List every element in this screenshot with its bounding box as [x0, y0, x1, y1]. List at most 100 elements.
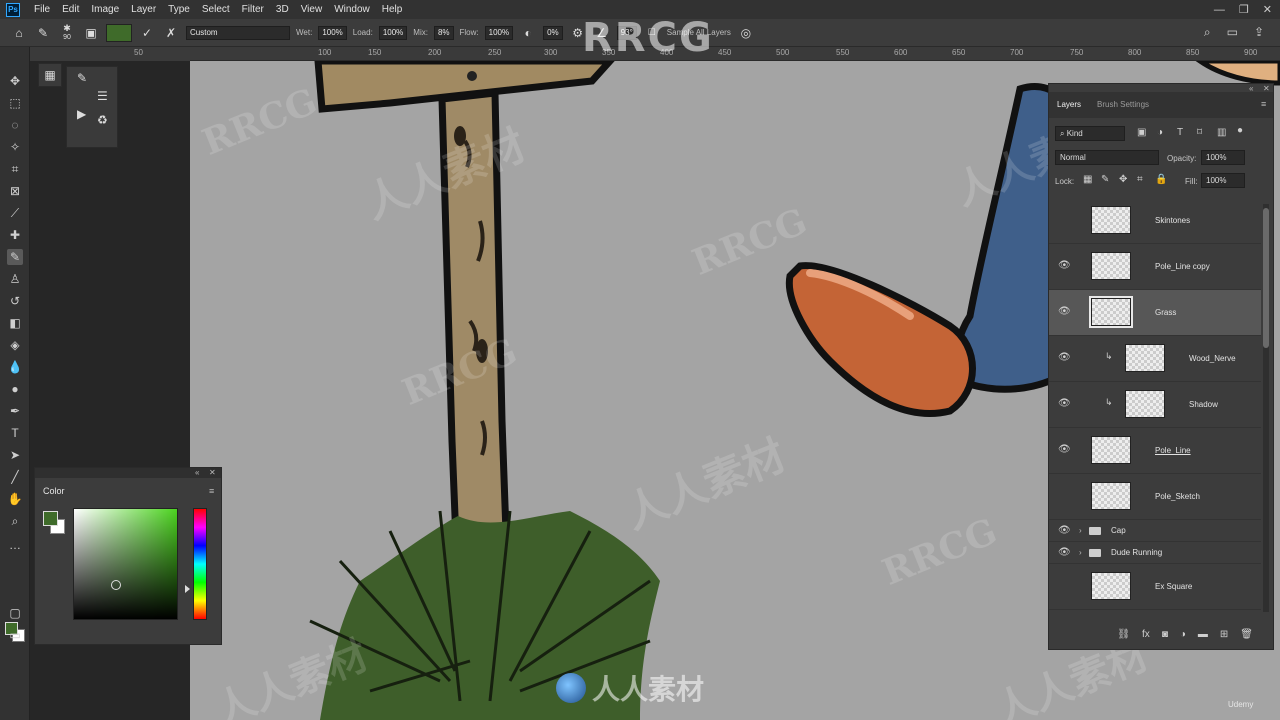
- filter-type-icon[interactable]: T: [1177, 127, 1183, 138]
- clean-brush-icon[interactable]: ✗: [162, 24, 180, 42]
- layer-thumbnail[interactable]: [1091, 252, 1131, 280]
- brush-settings-icon[interactable]: ✎: [77, 71, 87, 85]
- layer-thumbnail[interactable]: [1091, 206, 1131, 234]
- menu-file[interactable]: File: [28, 0, 56, 19]
- blend-mode-select[interactable]: Normal: [1055, 150, 1159, 165]
- layers-scrollbar-thumb[interactable]: [1263, 208, 1269, 348]
- healing-brush-tool-icon[interactable]: ✚: [7, 227, 23, 243]
- lock-transparency-icon[interactable]: ▦: [1083, 174, 1092, 185]
- menu-select[interactable]: Select: [196, 0, 236, 19]
- clone-stamp-tool-icon[interactable]: ♙: [7, 271, 23, 287]
- share-icon[interactable]: ⇪: [1254, 25, 1264, 40]
- visibility-eye-icon[interactable]: 👁: [1058, 352, 1071, 363]
- hue-slider-marker[interactable]: [185, 585, 190, 593]
- color-panel-header[interactable]: [35, 468, 221, 478]
- photoshop-logo-icon[interactable]: Ps: [6, 2, 20, 17]
- layers-scrollbar[interactable]: [1263, 204, 1269, 612]
- history-brush-tool-icon[interactable]: ↺: [7, 293, 23, 309]
- filter-toggle-icon[interactable]: ●: [1237, 125, 1243, 136]
- layer-row-shadow[interactable]: 👁 ↳ Shadow: [1049, 382, 1261, 428]
- lasso-tool-icon[interactable]: ◌: [7, 117, 23, 133]
- visibility-eye-icon[interactable]: 👁: [1058, 547, 1071, 558]
- menu-filter[interactable]: Filter: [236, 0, 270, 19]
- brush-tool-icon[interactable]: ✎: [7, 249, 23, 265]
- add-mask-icon[interactable]: ◙: [1162, 629, 1168, 640]
- dodge-tool-icon[interactable]: ●: [7, 381, 23, 397]
- tab-brush-settings[interactable]: Brush Settings: [1097, 100, 1149, 109]
- zoom-tool-icon[interactable]: ⌕: [7, 513, 23, 529]
- color-picker-cursor[interactable]: [111, 580, 121, 590]
- menu-3d[interactable]: 3D: [270, 0, 295, 19]
- visibility-eye-icon[interactable]: 👁: [1058, 444, 1071, 455]
- menu-view[interactable]: View: [295, 0, 329, 19]
- home-icon[interactable]: ⌂: [10, 24, 28, 42]
- visibility-eye-icon[interactable]: 👁: [1058, 525, 1071, 536]
- smoothing-field[interactable]: 0%: [543, 25, 563, 40]
- edit-toolbar-icon[interactable]: …: [7, 537, 23, 553]
- layer-thumbnail[interactable]: [1091, 572, 1131, 600]
- brush-panel-toggle-icon[interactable]: ▣: [82, 24, 100, 42]
- lock-position-icon[interactable]: ✥: [1119, 174, 1127, 185]
- layer-row-skintones[interactable]: Skintones: [1049, 198, 1261, 244]
- visibility-eye-icon[interactable]: 👁: [1058, 398, 1071, 409]
- move-tool-icon[interactable]: ✥: [7, 73, 23, 89]
- hand-tool-icon[interactable]: ✋: [7, 491, 23, 507]
- filter-pixel-icon[interactable]: ▣: [1137, 127, 1146, 138]
- layer-thumbnail[interactable]: [1091, 482, 1131, 510]
- lock-all-icon[interactable]: 🔒: [1155, 174, 1167, 185]
- adjustments-icon[interactable]: ☰: [97, 89, 108, 103]
- close-window-icon[interactable]: ✕: [1263, 3, 1272, 16]
- actions-play-icon[interactable]: ▶: [77, 107, 86, 121]
- menu-help[interactable]: Help: [376, 0, 409, 19]
- quick-mask-icon[interactable]: ▢: [7, 605, 23, 621]
- layer-group-cap[interactable]: 👁 › Cap: [1049, 520, 1261, 542]
- layer-row-ex-square[interactable]: Ex Square: [1049, 564, 1261, 610]
- filter-shape-icon[interactable]: ⌑: [1197, 127, 1202, 138]
- layer-thumbnail[interactable]: [1089, 296, 1133, 328]
- color-panel-foreground-swatch[interactable]: [43, 511, 58, 526]
- eyedropper-tool-icon[interactable]: ⟋: [7, 205, 23, 221]
- expand-caret-icon[interactable]: ›: [1079, 548, 1082, 557]
- filter-smart-object-icon[interactable]: ▥: [1217, 127, 1226, 138]
- new-group-icon[interactable]: ▬: [1198, 629, 1208, 640]
- filter-kind-select[interactable]: ⌕ Kind: [1055, 126, 1125, 141]
- blur-tool-icon[interactable]: 💧: [7, 359, 23, 375]
- pressure-size-icon[interactable]: ◎: [737, 24, 755, 42]
- layer-row-pole-line-copy[interactable]: 👁 Pole_Line copy: [1049, 244, 1261, 290]
- mix-field[interactable]: 8%: [433, 25, 454, 40]
- wet-field[interactable]: 100%: [318, 25, 347, 40]
- layer-thumbnail[interactable]: [1125, 390, 1165, 418]
- load-field[interactable]: 100%: [378, 25, 408, 40]
- current-brush-load-swatch[interactable]: [106, 23, 132, 42]
- path-selection-tool-icon[interactable]: ➤: [7, 447, 23, 463]
- visibility-eye-icon[interactable]: 👁: [1058, 306, 1071, 317]
- fill-field[interactable]: 100%: [1201, 173, 1245, 188]
- minimize-icon[interactable]: —: [1214, 4, 1225, 16]
- pen-tool-icon[interactable]: ✒: [7, 403, 23, 419]
- paint-bucket-tool-icon[interactable]: ◈: [7, 337, 23, 353]
- flow-field[interactable]: 100%: [484, 25, 514, 40]
- load-brush-icon[interactable]: ✓: [138, 24, 156, 42]
- crop-tool-icon[interactable]: ⌗: [7, 161, 23, 177]
- menu-image[interactable]: Image: [85, 0, 125, 19]
- eraser-tool-icon[interactable]: ◧: [7, 315, 23, 331]
- menu-type[interactable]: Type: [162, 0, 196, 19]
- layer-thumbnail[interactable]: [1091, 436, 1131, 464]
- delete-layer-icon[interactable]: 🗑: [1240, 629, 1253, 640]
- new-adjustment-layer-icon[interactable]: ◑: [1180, 629, 1186, 640]
- layer-row-grass[interactable]: 👁 Grass: [1049, 290, 1261, 336]
- menu-layer[interactable]: Layer: [125, 0, 162, 19]
- expand-caret-icon[interactable]: ›: [1079, 526, 1082, 535]
- layer-row-wood-nerve[interactable]: 👁 ↳ Wood_Nerve: [1049, 336, 1261, 382]
- visibility-eye-icon[interactable]: 👁: [1058, 260, 1071, 271]
- layer-group-dude-running[interactable]: 👁 › Dude Running: [1049, 542, 1261, 564]
- layer-row-pole-line[interactable]: 👁 Pole_Line: [1049, 428, 1261, 474]
- type-tool-icon[interactable]: T: [7, 425, 23, 441]
- filter-adjustment-icon[interactable]: ◑: [1157, 127, 1163, 138]
- mixer-brush-tool-icon[interactable]: ✎: [34, 24, 52, 42]
- menu-edit[interactable]: Edit: [56, 0, 85, 19]
- layer-style-fx-icon[interactable]: fx: [1142, 629, 1150, 640]
- close-panel-icon[interactable]: ✕: [209, 468, 216, 477]
- brush-preset-picker-icon[interactable]: ✱ 90: [58, 23, 76, 42]
- panel-menu-icon[interactable]: ≡: [209, 486, 214, 496]
